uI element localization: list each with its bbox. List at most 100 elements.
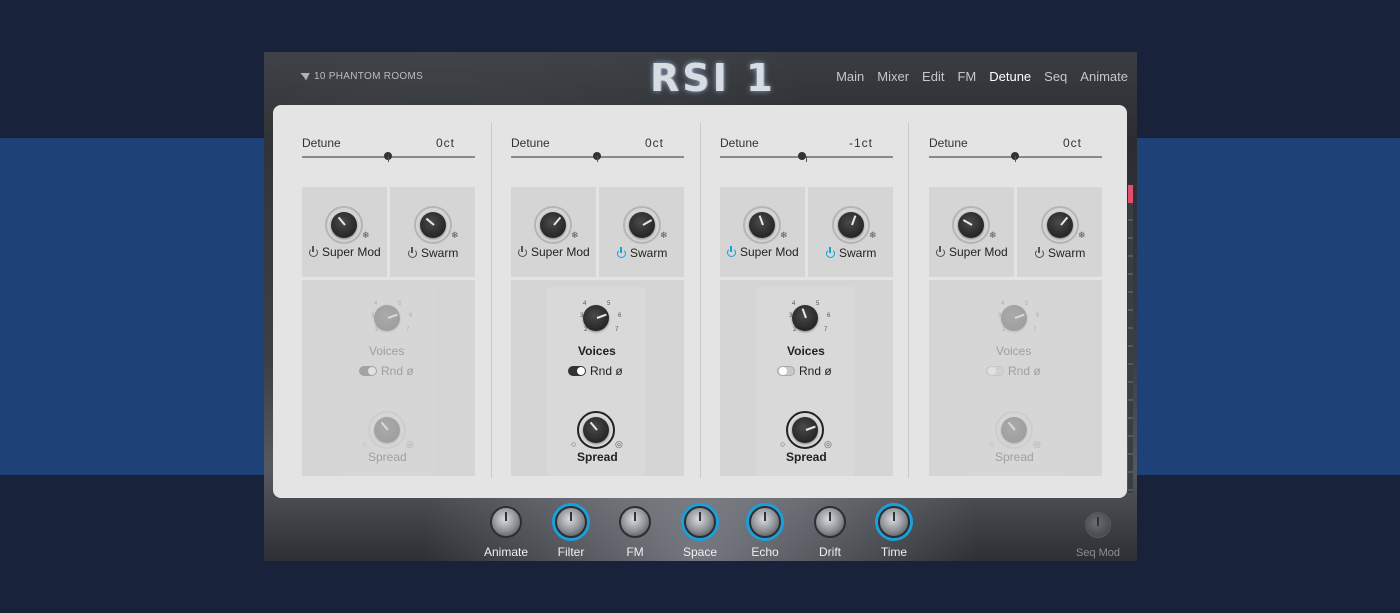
swarm-label[interactable]: Swarm: [408, 246, 458, 260]
stereo-icon: ◎: [824, 439, 832, 449]
macro-label: FM: [626, 545, 644, 559]
voices-tick: 4: [583, 301, 587, 307]
tab-main[interactable]: Main: [836, 69, 864, 84]
super-mod-knob[interactable]: [540, 212, 566, 238]
macro-knob-dial[interactable]: [684, 506, 716, 538]
snowflake-icon: ❄: [571, 230, 579, 240]
detune-column: Detune 0ct ❄ Super Mod ❄ Swarm 3 4 5 6 2…: [482, 120, 691, 480]
detune-slider[interactable]: [302, 152, 475, 162]
rnd-phase-switch[interactable]: [359, 366, 377, 376]
super-mod-knob[interactable]: [331, 212, 357, 238]
detune-value: -1ct: [848, 136, 873, 150]
power-icon[interactable]: [826, 246, 835, 258]
swarm-text: Swarm: [421, 246, 459, 260]
power-icon[interactable]: [727, 245, 736, 257]
power-icon[interactable]: [936, 245, 945, 257]
stereo-icon: ◎: [406, 439, 414, 449]
plugin-title: RSI 1: [650, 56, 776, 100]
power-icon[interactable]: [309, 245, 318, 257]
tab-edit[interactable]: Edit: [922, 69, 944, 84]
power-icon[interactable]: [408, 246, 417, 258]
swarm-knob[interactable]: [1047, 212, 1073, 238]
power-icon[interactable]: [1035, 246, 1044, 258]
swarm-box: ❄ Swarm: [390, 187, 475, 277]
swarm-box: ❄ Swarm: [808, 187, 893, 277]
super-mod-label[interactable]: Super Mod: [518, 245, 590, 259]
snowflake-icon: ❄: [451, 230, 459, 240]
tab-seq[interactable]: Seq: [1044, 69, 1067, 84]
detune-slider[interactable]: [511, 152, 684, 162]
macro-echo-knob[interactable]: Echo: [733, 506, 797, 559]
rnd-phase-switch[interactable]: [568, 366, 586, 376]
rnd-phase-switch[interactable]: [986, 366, 1004, 376]
snowflake-icon: ❄: [780, 230, 788, 240]
tab-fm[interactable]: FM: [957, 69, 976, 84]
super-mod-box: ❄ Super Mod: [929, 187, 1014, 277]
swarm-knob[interactable]: [420, 212, 446, 238]
voices-tick: 5: [398, 301, 402, 307]
voices-knob[interactable]: [374, 305, 400, 331]
super-mod-knob[interactable]: [958, 212, 984, 238]
power-icon[interactable]: [617, 246, 626, 258]
super-mod-text: Super Mod: [949, 245, 1008, 259]
power-icon[interactable]: [518, 245, 527, 257]
swarm-knob[interactable]: [629, 212, 655, 238]
spread-knob[interactable]: [1001, 417, 1027, 443]
macro-knob-dial[interactable]: [878, 506, 910, 538]
swarm-label[interactable]: Swarm: [617, 246, 667, 260]
seq-mod-knob[interactable]: Seq Mod: [1066, 512, 1130, 559]
macro-knob-dial[interactable]: [814, 506, 846, 538]
voices-knob[interactable]: [1001, 305, 1027, 331]
detune-slider[interactable]: [720, 152, 893, 162]
macro-knob-dial[interactable]: [490, 506, 522, 538]
swarm-text: Swarm: [630, 246, 668, 260]
tab-detune[interactable]: Detune: [989, 69, 1031, 84]
voices-knob[interactable]: [792, 305, 818, 331]
detune-value: 0ct: [644, 136, 664, 150]
super-mod-knob[interactable]: [749, 212, 775, 238]
tab-animate[interactable]: Animate: [1080, 69, 1128, 84]
macro-knob-dial[interactable]: [555, 506, 587, 538]
rnd-phase-toggle[interactable]: Rnd ø: [777, 364, 832, 378]
macro-space-knob[interactable]: Space: [668, 506, 732, 559]
rnd-phase-toggle[interactable]: Rnd ø: [359, 364, 414, 378]
tab-mixer[interactable]: Mixer: [877, 69, 909, 84]
voices-spread-box: 3 4 5 6 2 7 Voices Rnd ø ○ ◎ Spread: [302, 280, 475, 476]
spread-knob[interactable]: [792, 417, 818, 443]
macro-knob-dial[interactable]: [749, 506, 781, 538]
swarm-label[interactable]: Swarm: [1035, 246, 1085, 260]
seq-mod-knob-dial[interactable]: [1085, 512, 1111, 538]
stereo-icon: ◎: [615, 439, 623, 449]
macro-filter-knob[interactable]: Filter: [539, 506, 603, 559]
voices-knob[interactable]: [583, 305, 609, 331]
macro-animate-knob[interactable]: Animate: [474, 506, 538, 559]
voices-tick: 7: [824, 327, 828, 333]
spread-knob[interactable]: [374, 417, 400, 443]
spread-label: Spread: [786, 450, 827, 464]
spread-knob[interactable]: [583, 417, 609, 443]
rnd-phase-label: Rnd ø: [799, 364, 832, 378]
macro-fm-knob[interactable]: FM: [603, 506, 667, 559]
rnd-phase-toggle[interactable]: Rnd ø: [568, 364, 623, 378]
macro-time-knob[interactable]: Time: [862, 506, 926, 559]
rnd-phase-toggle[interactable]: Rnd ø: [986, 364, 1041, 378]
super-mod-label[interactable]: Super Mod: [936, 245, 1008, 259]
super-mod-box: ❄ Super Mod: [302, 187, 387, 277]
super-mod-label[interactable]: Super Mod: [309, 245, 381, 259]
macro-label: Echo: [751, 545, 779, 559]
rnd-phase-label: Rnd ø: [381, 364, 414, 378]
swarm-text: Swarm: [1048, 246, 1086, 260]
super-mod-label[interactable]: Super Mod: [727, 245, 799, 259]
swarm-knob[interactable]: [838, 212, 864, 238]
spread-label: Spread: [995, 450, 1034, 464]
macro-knob-dial[interactable]: [619, 506, 651, 538]
macro-label: Time: [880, 545, 908, 559]
macro-label: Space: [682, 545, 718, 559]
rnd-phase-switch[interactable]: [777, 366, 795, 376]
scroll-strip[interactable]: [1128, 185, 1133, 493]
swarm-label[interactable]: Swarm: [826, 246, 876, 260]
detune-slider-thumb[interactable]: [798, 152, 806, 160]
detune-slider[interactable]: [929, 152, 1102, 162]
nav-tabs: Main Mixer Edit FM Detune Seq Animate: [823, 69, 1128, 84]
macro-drift-knob[interactable]: Drift: [798, 506, 862, 559]
